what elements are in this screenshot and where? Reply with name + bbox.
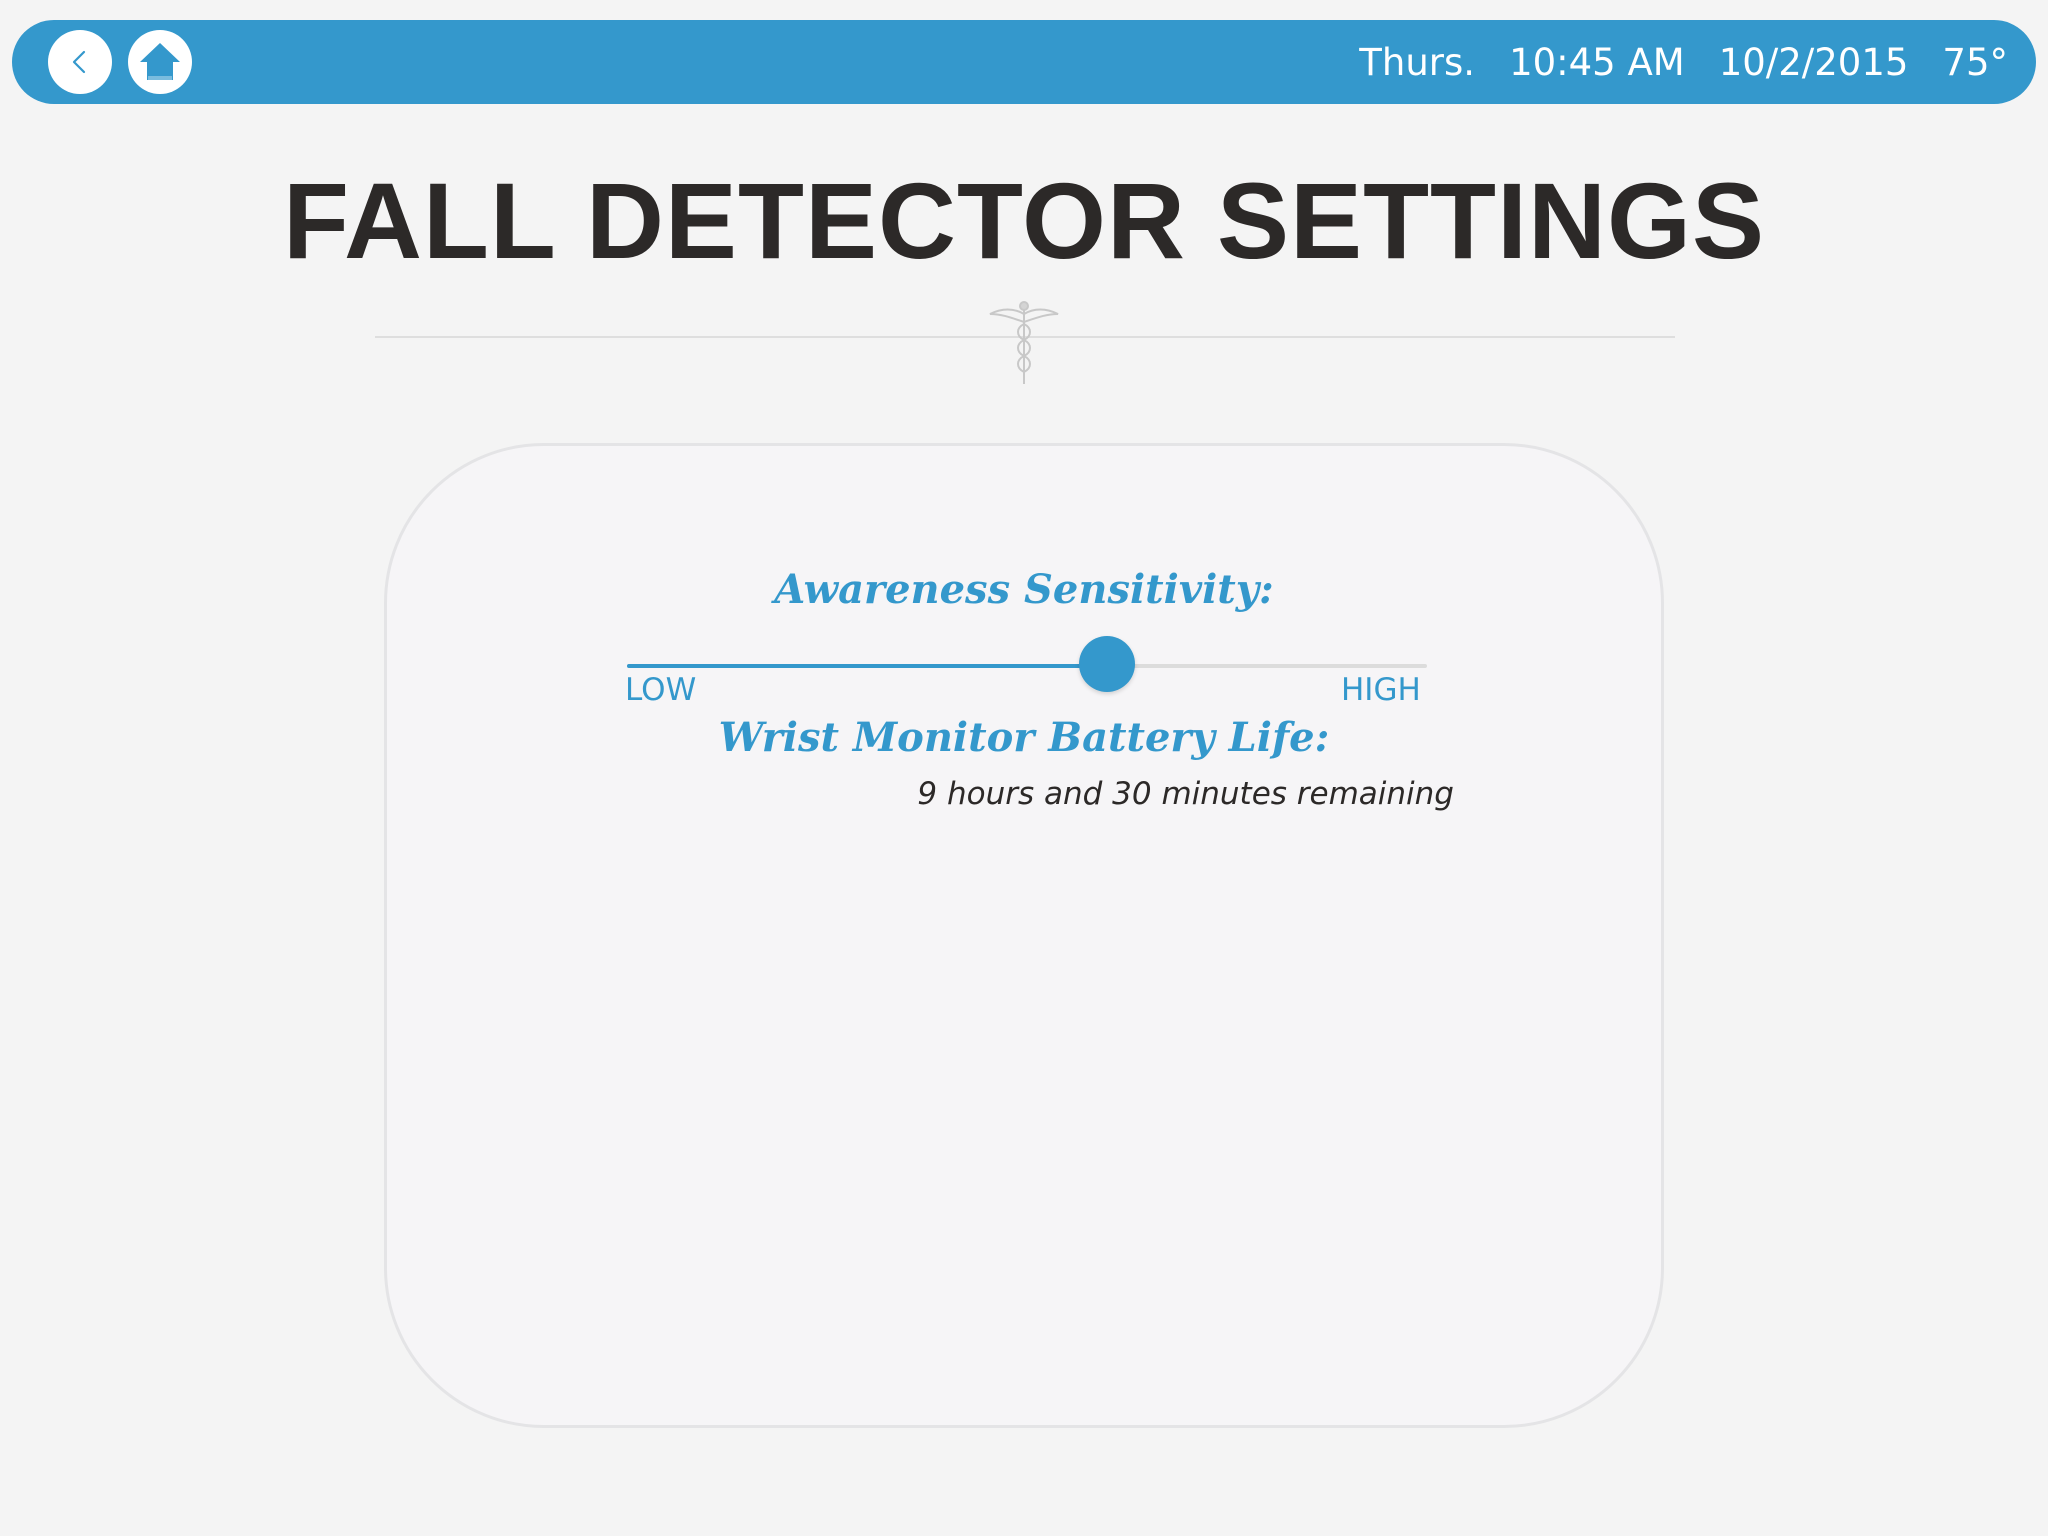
caduceus-icon [989,301,1059,384]
sensitivity-slider[interactable] [627,636,1427,692]
page-title: FALL DETECTOR SETTINGS [282,160,1766,281]
low-label: LOW [625,672,697,708]
sensitivity-heading: Awareness Sensitivity: [774,566,1274,613]
time-label: 10:45 AM [1509,40,1685,84]
home-icon [140,43,180,80]
battery-remaining-text: 9 hours and 30 minutes remaining [917,776,1454,812]
top-status-bar: Thurs. 10:45 AM 10/2/2015 75° [12,20,2036,104]
status-info: Thurs. 10:45 AM 10/2/2015 75° [1359,20,2008,104]
battery-heading: Wrist Monitor Battery Life: [718,714,1330,761]
home-button[interactable] [128,30,192,94]
day-label: Thurs. [1359,40,1476,84]
fall-detector-settings-screen: Thurs. 10:45 AM 10/2/2015 75° FALL DETEC… [0,0,2048,1536]
back-button[interactable] [48,30,112,94]
settings-card: Awareness Sensitivity: LOW HIGH Wrist Mo… [384,443,1664,1428]
date-label: 10/2/2015 [1718,40,1909,84]
sensitivity-slider-thumb[interactable] [1079,636,1135,692]
sensitivity-slider-fill [627,664,1107,668]
temperature-label: 75° [1942,40,2008,84]
high-label: HIGH [1341,672,1421,708]
chevron-left-icon [72,50,86,74]
